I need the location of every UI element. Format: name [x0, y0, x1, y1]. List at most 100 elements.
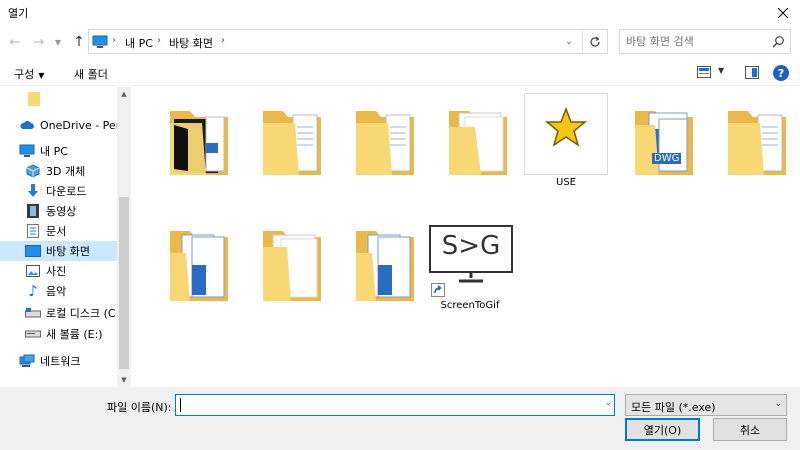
download-icon: [25, 183, 41, 199]
pc-icon: [92, 35, 108, 48]
nav-scrollbar[interactable]: ▲ ▼: [117, 87, 131, 387]
nav-item-pictures[interactable]: 사진: [0, 261, 117, 281]
folder-icon: [26, 91, 42, 107]
text-caret: [180, 398, 181, 412]
chevron-down-icon: ⌄: [565, 37, 573, 47]
nav-item-label: 음악: [46, 285, 67, 298]
folder-icon: [635, 111, 693, 175]
folder-icon: [263, 111, 321, 175]
nav-item-new-volume[interactable]: 새 볼륨 (E:): [0, 324, 117, 344]
address-dropdown-button[interactable]: ⌄: [561, 34, 577, 50]
search-input[interactable]: [620, 30, 768, 53]
dwg-label: DWG: [652, 153, 682, 164]
address-bar[interactable]: › 내 PC › 바탕 화면 › ⌄: [88, 29, 608, 54]
file-item[interactable]: [434, 93, 524, 203]
arrow-right-icon: →: [33, 34, 45, 50]
folder-icon: [170, 231, 228, 301]
recent-locations-button[interactable]: ▼: [52, 33, 64, 51]
nav-item-label: 다운로드: [46, 185, 87, 198]
file-item[interactable]: [341, 93, 431, 203]
music-note-icon: ♪: [28, 282, 38, 300]
nav-item-label: 3D 개체: [46, 165, 86, 178]
picture-icon: [25, 263, 41, 279]
pc-icon: [19, 143, 35, 159]
help-button[interactable]: ?: [773, 65, 789, 81]
scroll-up-icon[interactable]: ▲: [117, 87, 131, 101]
back-button[interactable]: ←: [6, 33, 24, 51]
file-label: USE: [556, 177, 576, 188]
folder-icon: [263, 231, 321, 301]
nav-item-desktop[interactable]: 바탕 화면: [0, 241, 117, 261]
nav-item-onedrive[interactable]: OneDrive - Person: [0, 115, 117, 135]
organize-label: 구성: [14, 68, 35, 81]
scroll-thumb[interactable]: [119, 197, 129, 369]
cancel-button[interactable]: 취소: [713, 418, 787, 441]
nav-item-local-disk[interactable]: 로컬 디스크 (C:): [0, 303, 117, 323]
nav-item-label: 바탕 화면: [46, 245, 90, 258]
organize-button[interactable]: 구성 ▼: [14, 66, 44, 82]
view-options-icon[interactable]: [697, 66, 711, 78]
forward-button[interactable]: →: [30, 33, 48, 51]
file-label: ScreenToGif: [440, 300, 500, 311]
breadcrumb-chevron-icon: ›: [157, 35, 161, 46]
close-icon: [778, 8, 788, 18]
file-item[interactable]: [248, 93, 338, 203]
screentogif-icon-text: S>G: [441, 231, 501, 261]
desktop-icon: [25, 243, 41, 259]
nav-item-label: OneDrive - Person: [40, 118, 117, 132]
filename-label: 파일 이름(N):: [107, 401, 172, 414]
folder-icon: [449, 111, 507, 175]
arrow-up-icon: ↑: [73, 34, 85, 50]
file-item[interactable]: [341, 219, 431, 329]
refresh-button[interactable]: [586, 33, 604, 51]
open-button[interactable]: 열기(O): [625, 418, 700, 441]
scroll-down-icon[interactable]: ▼: [117, 373, 131, 387]
nav-item-music[interactable]: ♪ 음악: [0, 281, 117, 301]
close-button[interactable]: [766, 0, 800, 26]
filename-input[interactable]: [176, 395, 594, 415]
chevron-down-icon: ⌄: [774, 399, 782, 409]
nav-item-network[interactable]: 네트워크: [0, 351, 117, 371]
command-toolbar: 구성 ▼ 새 폴더 ▼ ?: [0, 60, 800, 86]
filetype-select[interactable]: 모든 파일 (*.exe) ⌄: [625, 394, 787, 416]
nav-item-3d-objects[interactable]: 3D 개체: [0, 161, 117, 181]
up-button[interactable]: ↑: [70, 33, 88, 51]
dialog-footer: 파일 이름(N): ⌄ 모든 파일 (*.exe) ⌄ 열기(O) 취소: [0, 387, 800, 450]
nav-item-downloads[interactable]: 다운로드: [0, 181, 117, 201]
shortcut-arrow-icon: [431, 283, 445, 297]
file-item[interactable]: [155, 219, 245, 329]
new-folder-button[interactable]: 새 폴더: [74, 66, 108, 82]
nav-item-this-pc[interactable]: 내 PC: [0, 141, 117, 161]
nav-item-label: 동영상: [46, 205, 77, 218]
file-item[interactable]: DWG: [620, 93, 710, 203]
nav-item-label: 문서: [46, 225, 67, 238]
nav-item-label: 로컬 디스크 (C:): [46, 307, 117, 320]
nav-item-videos[interactable]: 동영상: [0, 201, 117, 221]
search-box[interactable]: [619, 29, 791, 54]
file-item-screentogif[interactable]: S>G ScreenToGif: [425, 225, 515, 335]
document-icon: [25, 223, 41, 239]
nav-item-label: 사진: [46, 265, 67, 278]
cloud-icon: [19, 117, 35, 133]
file-item[interactable]: [248, 219, 338, 329]
drive-icon: [25, 305, 41, 321]
window-title: 열기: [8, 7, 29, 20]
file-item[interactable]: [155, 93, 245, 203]
breadcrumb-chevron-icon: ›: [112, 35, 116, 46]
breadcrumb-pc[interactable]: 내 PC: [125, 35, 153, 51]
filename-combobox[interactable]: ⌄: [175, 394, 615, 416]
nav-item-documents[interactable]: 문서: [0, 221, 117, 241]
breadcrumb-chevron-icon: ›: [221, 35, 225, 46]
search-icon[interactable]: [770, 34, 786, 50]
arrow-left-icon: ←: [9, 34, 21, 50]
preview-pane-icon[interactable]: [745, 66, 759, 79]
question-icon: ?: [777, 66, 785, 80]
view-options-caret-icon[interactable]: ▼: [718, 66, 724, 75]
chevron-down-icon[interactable]: ⌄: [604, 398, 612, 408]
file-item[interactable]: [713, 93, 800, 203]
breadcrumb-desktop[interactable]: 바탕 화면: [169, 35, 213, 51]
file-item-use[interactable]: USE: [521, 87, 611, 197]
navigation-pane: OneDrive - Person 내 PC 3D 개체 다운로드 동영상 문서…: [0, 87, 131, 387]
file-view: USE DWG S>G ScreenToGif: [131, 87, 800, 387]
nav-item-label: 새 볼륨 (E:): [46, 328, 103, 341]
